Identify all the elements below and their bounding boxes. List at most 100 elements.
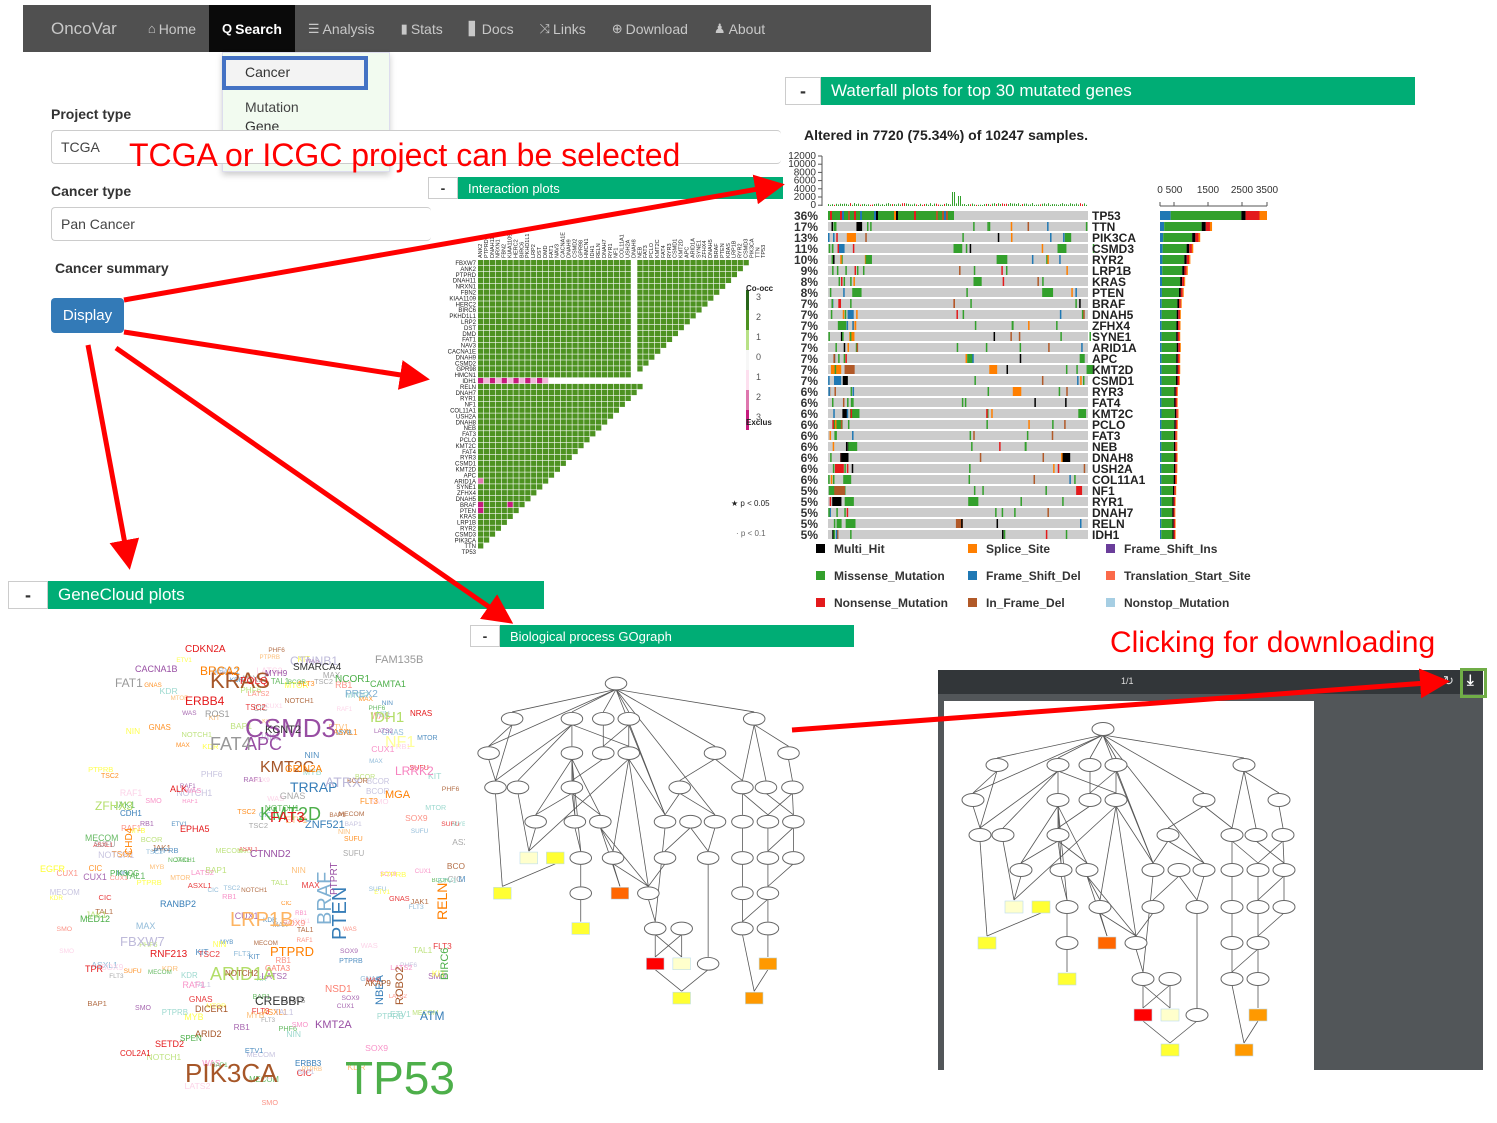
interaction-cell xyxy=(572,313,578,319)
interaction-cell xyxy=(525,336,531,342)
interaction-col-label: HERC2 xyxy=(513,239,519,258)
gene-count-bar-segment xyxy=(1176,398,1178,407)
go-term-node xyxy=(569,851,593,865)
genecloud-word: ATRX xyxy=(325,774,362,790)
interaction-cell xyxy=(601,395,608,401)
mutation-cell xyxy=(956,343,959,352)
interaction-cell xyxy=(489,372,496,378)
interaction-cell xyxy=(489,378,496,384)
interaction-cell xyxy=(607,366,614,372)
dropdown-item-cancer[interactable]: Cancer xyxy=(245,64,290,80)
gene-count-bar-segment xyxy=(1176,365,1178,374)
mutation-cell xyxy=(866,222,869,231)
cancer-type-select[interactable]: Pan Cancer xyxy=(51,207,431,241)
interaction-collapse-button[interactable]: - xyxy=(428,177,458,199)
mutation-cell xyxy=(852,387,855,396)
mutation-cell xyxy=(902,211,904,220)
waterfall-collapse-button[interactable]: - xyxy=(785,77,821,105)
dropdown-item-cancer-highlight[interactable]: Cancer xyxy=(222,56,368,90)
gene-count-bar-segment xyxy=(1174,453,1176,462)
interaction-cell xyxy=(495,401,501,407)
interaction-cell xyxy=(566,283,572,289)
nav-item-docs[interactable]: ▋ Docs xyxy=(456,5,527,52)
genecloud-word: CTNND2 xyxy=(250,849,291,860)
tmb-bar xyxy=(1062,203,1063,206)
gene-count-bar-segment xyxy=(1161,519,1173,528)
interaction-cell xyxy=(507,419,513,425)
nav-item-stats[interactable]: ▮ Stats xyxy=(388,5,456,52)
interaction-cell xyxy=(678,324,684,331)
nav-item-about[interactable]: ♟ About xyxy=(701,5,778,52)
nav-items: ⌂ Home Q Search ☰ Analysis ▮ Stats ▋ Docs ⤨ Links ⊕ D… xyxy=(135,5,778,52)
interaction-cell xyxy=(708,271,714,278)
go-significant-term xyxy=(1097,936,1117,950)
mutation-cell xyxy=(1062,497,1064,506)
interaction-cell xyxy=(483,419,490,425)
tmb-bar xyxy=(1082,204,1083,206)
genecloud-word-minor: RB1 xyxy=(295,910,307,918)
interaction-cell xyxy=(560,431,566,437)
interaction-cell xyxy=(596,342,602,348)
nav-item-links[interactable]: ⤨ Links xyxy=(527,5,599,52)
nav-item-analysis[interactable]: ☰ Analysis xyxy=(295,5,388,52)
mutation-cell xyxy=(1047,508,1049,517)
interaction-cell xyxy=(548,466,555,472)
genecloud-word-minor: NIN xyxy=(125,726,141,737)
interaction-cell xyxy=(637,348,643,354)
mutation-cell xyxy=(856,222,863,231)
interaction-cell xyxy=(478,395,484,401)
interaction-cell xyxy=(631,366,637,372)
interaction-cell xyxy=(501,319,507,325)
interaction-cell xyxy=(572,260,578,266)
interaction-cell xyxy=(596,419,602,425)
interaction-cell xyxy=(719,260,726,266)
display-button[interactable]: Display xyxy=(51,298,124,333)
mutation-cell xyxy=(1019,354,1022,363)
interaction-cell xyxy=(601,372,608,378)
genecloud-word-minor: ASXL1 xyxy=(187,880,212,890)
nav-item-download[interactable]: ⊕ Download xyxy=(599,5,701,52)
go-edge xyxy=(603,724,630,747)
rotate-icon[interactable]: ↻ xyxy=(1443,673,1454,689)
gograph-collapse-button[interactable]: - xyxy=(470,625,500,647)
mutation-cell xyxy=(830,475,833,484)
interaction-cell xyxy=(566,378,572,384)
interaction-cell xyxy=(537,478,543,484)
interaction-cell xyxy=(631,271,637,278)
interaction-cell xyxy=(702,283,708,289)
interaction-cell xyxy=(596,389,602,396)
interaction-cell xyxy=(478,448,484,455)
nav-item-home[interactable]: ⌂ Home xyxy=(135,5,209,52)
interaction-cell xyxy=(513,307,519,313)
interaction-cell xyxy=(501,407,507,413)
mutation-cell xyxy=(838,244,845,253)
genecloud-word-minor: TAL1 xyxy=(274,1007,294,1017)
go-term-node xyxy=(1156,828,1180,842)
interaction-cell xyxy=(542,360,549,366)
nav-item-search[interactable]: Q Search xyxy=(209,5,295,52)
interaction-cell xyxy=(483,366,490,372)
interaction-cell xyxy=(507,442,513,449)
dropdown-item-mutation[interactable]: Mutation xyxy=(245,99,299,115)
tmb-bar xyxy=(894,204,895,206)
gene-count-bar-segment xyxy=(1161,453,1175,462)
tmb-bar xyxy=(1076,203,1077,206)
interaction-cell xyxy=(507,336,513,342)
interaction-cell xyxy=(678,313,684,319)
interaction-cell xyxy=(572,336,578,342)
genecloud-collapse-button[interactable]: - xyxy=(8,581,48,609)
mutation-cell xyxy=(946,211,948,220)
interaction-cell xyxy=(578,342,584,348)
interaction-cell xyxy=(566,401,572,407)
gene-count-bar-segment xyxy=(1160,530,1162,539)
interaction-cell xyxy=(607,319,614,325)
gene-count-bar-segment xyxy=(1160,420,1162,429)
interaction-cell xyxy=(678,271,684,278)
interaction-cell xyxy=(590,295,596,301)
interaction-cell xyxy=(478,378,484,384)
interaction-cell xyxy=(525,425,531,431)
mutation-cell xyxy=(833,222,836,231)
pdf-download-button[interactable]: ⤓ xyxy=(1460,668,1487,698)
download-icon[interactable]: ⤓ xyxy=(1467,672,1474,689)
brand-logo[interactable]: OncoVar xyxy=(23,19,135,39)
